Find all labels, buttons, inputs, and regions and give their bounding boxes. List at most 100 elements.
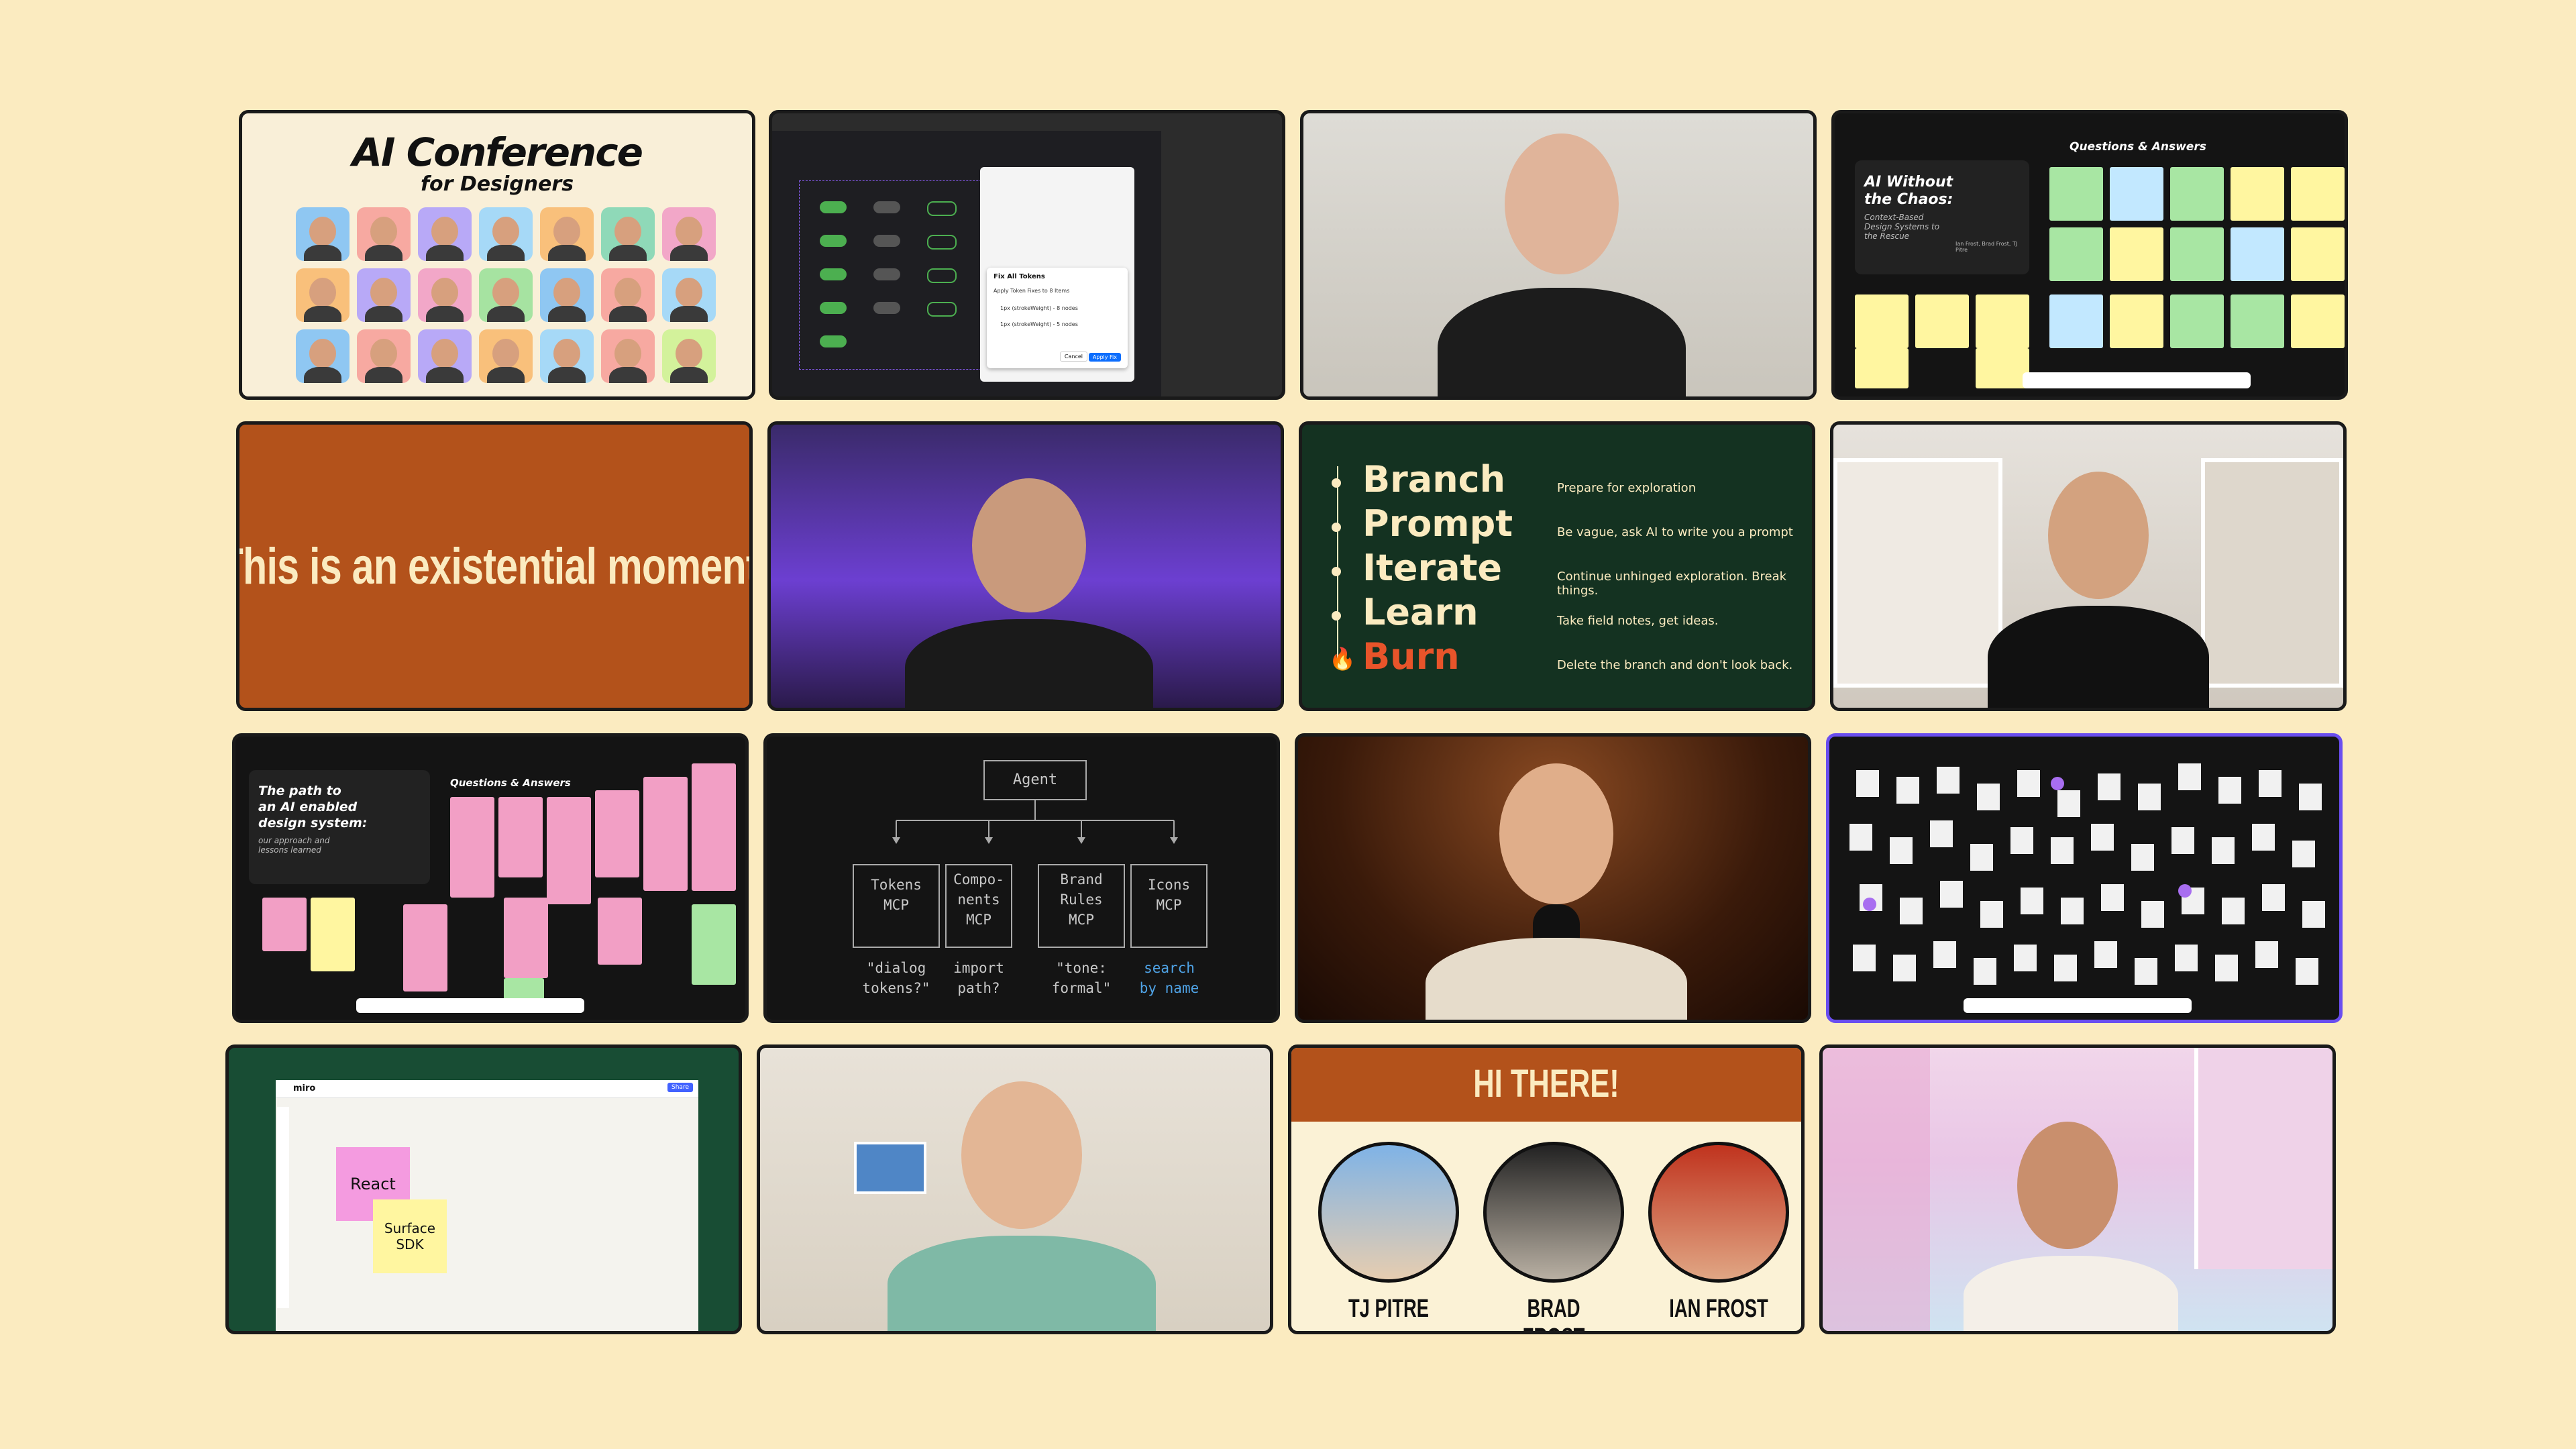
sticky-note[interactable] bbox=[2170, 167, 2224, 221]
sticky-note[interactable] bbox=[692, 904, 736, 985]
speaker-face bbox=[540, 268, 594, 322]
person-body bbox=[905, 619, 1153, 708]
speaker-face bbox=[357, 268, 411, 322]
sticky-note[interactable] bbox=[2231, 227, 2284, 281]
mcp-box: Brand Rules MCP bbox=[1038, 864, 1125, 948]
query-label: "dialog tokens?" bbox=[862, 960, 930, 996]
board-toolbar[interactable] bbox=[1964, 998, 2192, 1013]
board-toolbar[interactable] bbox=[2023, 372, 2251, 388]
avatar bbox=[1648, 1142, 1789, 1283]
plugin-panel: Fix All Tokens Apply Token Fixes to 8 It… bbox=[980, 167, 1134, 382]
sticky-note[interactable] bbox=[2291, 227, 2345, 281]
webcam-tile bbox=[757, 1044, 1273, 1334]
sticky-note[interactable] bbox=[498, 797, 543, 877]
photo-grid bbox=[1849, 763, 2325, 985]
figma-toolbar bbox=[772, 113, 1282, 131]
step-label: Branch bbox=[1362, 458, 1506, 500]
conference-title-tile: AI Conference for Designers bbox=[239, 110, 755, 400]
miro-canvas[interactable]: miro Share React Surface SDK bbox=[276, 1080, 698, 1331]
miro-toolbar[interactable] bbox=[277, 1107, 289, 1308]
sticky-note[interactable] bbox=[1976, 348, 2029, 388]
speaker-face bbox=[357, 207, 411, 261]
modal-option[interactable]: 1px (strokeWeight) - 8 nodes bbox=[1000, 305, 1078, 311]
query-label-highlight: search by name bbox=[1139, 960, 1199, 996]
step-description: Delete the branch and don't look back. bbox=[1557, 658, 1793, 672]
properties-panel bbox=[1161, 131, 1282, 396]
speaker-face bbox=[296, 329, 350, 383]
query-label: "tone: formal" bbox=[1051, 960, 1112, 996]
step-label: Prompt bbox=[1362, 502, 1513, 545]
webcam-tile bbox=[1819, 1044, 2336, 1334]
step-label-burn: Burn bbox=[1362, 635, 1460, 678]
sticky-note[interactable] bbox=[2170, 294, 2224, 348]
sticky-note[interactable] bbox=[1976, 294, 2029, 348]
cancel-button[interactable]: Cancel bbox=[1059, 352, 1087, 362]
sticky-note[interactable] bbox=[547, 797, 591, 904]
timeline-dot bbox=[1332, 523, 1341, 532]
avatar bbox=[1483, 1142, 1624, 1283]
person bbox=[1499, 763, 1613, 904]
miro-logo: miro bbox=[293, 1083, 316, 1093]
speaker-face bbox=[540, 329, 594, 383]
photo-board-tile bbox=[1826, 733, 2343, 1023]
bookshelf bbox=[1833, 458, 2002, 688]
speaker-face bbox=[479, 268, 533, 322]
speaker-name: IAN FROST bbox=[1669, 1295, 1768, 1323]
sticky-note[interactable] bbox=[2110, 167, 2163, 221]
bookshelf bbox=[2201, 458, 2343, 688]
sticky-note[interactable] bbox=[1855, 294, 1909, 348]
sticky-note[interactable] bbox=[1855, 348, 1909, 388]
figma-screen-tile: Fix All Tokens Apply Token Fixes to 8 It… bbox=[769, 110, 1285, 400]
speaker-face bbox=[662, 268, 716, 322]
sticky-note[interactable] bbox=[2291, 294, 2345, 348]
apply-fix-button[interactable]: Apply Fix bbox=[1088, 353, 1121, 362]
speaker-face bbox=[479, 329, 533, 383]
sticky-note[interactable] bbox=[2170, 227, 2224, 281]
talk-title-line: AI Without bbox=[1864, 174, 1953, 191]
sticky-note[interactable] bbox=[2049, 294, 2103, 348]
sticky-note[interactable] bbox=[504, 898, 548, 978]
sticky-note[interactable] bbox=[311, 898, 355, 971]
speaker-face bbox=[601, 329, 655, 383]
talk-title-line: design system: bbox=[258, 816, 368, 830]
sticky-note[interactable] bbox=[2231, 167, 2284, 221]
sticky-note[interactable] bbox=[643, 777, 688, 891]
sticky-note[interactable] bbox=[262, 898, 307, 951]
sticky-note[interactable] bbox=[2231, 294, 2284, 348]
speaker-face bbox=[296, 207, 350, 261]
share-button[interactable]: Share bbox=[667, 1083, 693, 1092]
speaker-face bbox=[418, 329, 472, 383]
board-toolbar[interactable] bbox=[356, 998, 584, 1013]
speaker-face bbox=[296, 268, 350, 322]
sticky-note[interactable] bbox=[2110, 227, 2163, 281]
sticky-note[interactable] bbox=[595, 790, 639, 877]
speaker-face bbox=[418, 268, 472, 322]
sticky-note[interactable] bbox=[2049, 167, 2103, 221]
webcam-tile bbox=[1300, 110, 1817, 400]
fix-tokens-modal: Fix All Tokens Apply Token Fixes to 8 It… bbox=[987, 268, 1128, 368]
mcp-box: Compo- nents MCP bbox=[945, 864, 1012, 948]
sticky-note[interactable] bbox=[2291, 167, 2345, 221]
modal-option[interactable]: 1px (strokeWeight) - 5 nodes bbox=[1000, 321, 1078, 327]
miro-header: miro Share bbox=[276, 1080, 698, 1098]
sticky-note[interactable] bbox=[403, 904, 447, 991]
sticky-note[interactable] bbox=[2110, 294, 2163, 348]
sticky-note[interactable] bbox=[692, 763, 736, 891]
talk-card: The path to an AI enabled design system:… bbox=[249, 770, 430, 884]
mcp-box: Icons MCP bbox=[1130, 864, 1208, 948]
sticky-note[interactable] bbox=[598, 898, 642, 965]
person-body bbox=[1988, 606, 2209, 708]
person-body bbox=[888, 1236, 1156, 1331]
sticky-note[interactable] bbox=[2049, 227, 2103, 281]
step-description: Continue unhinged exploration. Break thi… bbox=[1557, 570, 1787, 598]
webcam-tile bbox=[767, 421, 1284, 711]
quote-text: This is an existential moment. bbox=[236, 537, 753, 595]
quote-slide-tile: This is an existential moment. bbox=[236, 421, 753, 711]
sticky-note[interactable] bbox=[1915, 294, 1969, 348]
step-label: Learn bbox=[1362, 591, 1479, 633]
window bbox=[2194, 1048, 2332, 1269]
window-building bbox=[1823, 1048, 1930, 1331]
sticky-note[interactable] bbox=[450, 797, 494, 898]
sticky-surface-sdk[interactable]: Surface SDK bbox=[373, 1199, 447, 1273]
speaker-face bbox=[479, 207, 533, 261]
